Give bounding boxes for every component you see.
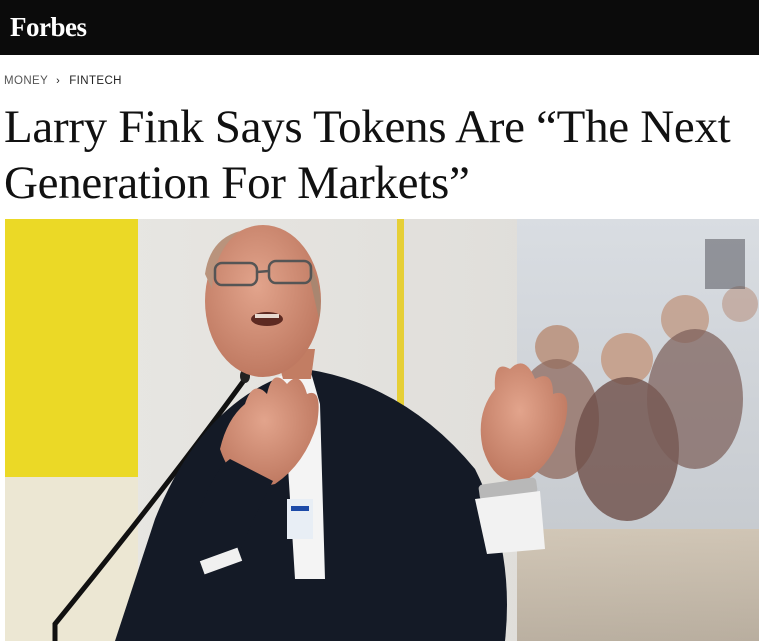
headline-line-2: Generation For Markets” [4,157,470,209]
headline-line-1: Larry Fink Says Tokens Are “The Next [4,101,731,153]
breadcrumb-fintech[interactable]: FINTECH [69,75,122,87]
breadcrumb: MONEY › FINTECH [4,73,759,89]
article-headline: Larry Fink Says Tokens Are “The Next Gen… [4,99,759,211]
hero-image[interactable] [5,219,759,641]
forbes-logo[interactable]: Forbes [10,12,87,43]
hero-photo [5,219,759,641]
site-header: Forbes [0,0,759,55]
chevron-right-icon: › [56,75,61,87]
breadcrumb-money[interactable]: MONEY [4,75,48,87]
